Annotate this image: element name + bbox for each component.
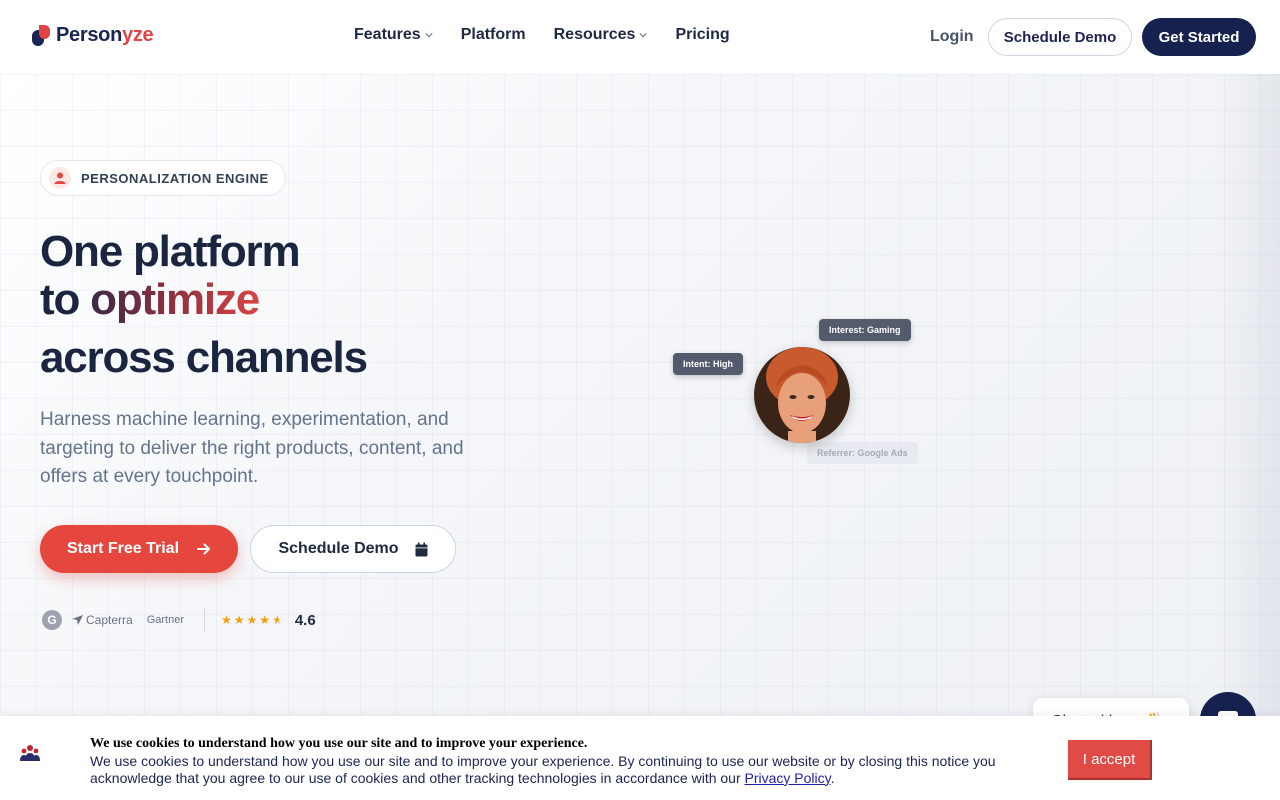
- logo-text: Personyze: [56, 24, 154, 46]
- chevron-down-icon: [425, 33, 433, 38]
- capterra-arrow-icon: [72, 615, 83, 625]
- cookie-body-text: We use cookies to understand how you use…: [90, 753, 996, 786]
- schedule-demo-hero-button[interactable]: Schedule Demo: [250, 525, 456, 573]
- menu-item-resources[interactable]: Resources: [554, 26, 648, 44]
- headline-line-1: One platform: [40, 227, 301, 276]
- menu-item-label: Resources: [553, 26, 636, 43]
- headline-line-2: to optimize: [40, 275, 260, 324]
- interest-tag: Interest: Gaming: [819, 319, 911, 341]
- privacy-policy-link[interactable]: Privacy Policy: [745, 770, 831, 786]
- intent-tag: Intent: High: [673, 353, 743, 375]
- accept-cookies-button[interactable]: I accept: [1068, 740, 1152, 780]
- menu-item-platform[interactable]: Platform: [461, 26, 526, 44]
- chevron-down-icon: [639, 33, 648, 38]
- avatar-portrait-image: [754, 347, 850, 443]
- star-rating: ★ ★ ★ ★ ★: [221, 613, 283, 627]
- cta-label: Schedule Demo: [278, 540, 399, 557]
- main-menu: Features Platform Resources Pricing: [354, 26, 730, 44]
- capterra-logo: Capterra: [72, 613, 133, 627]
- headline-prefix: to: [40, 275, 80, 324]
- menu-item-label: Pricing: [675, 26, 730, 43]
- gartner-logo: Gartner: [146, 614, 184, 626]
- menu-item-features[interactable]: Features: [354, 26, 433, 44]
- user-icon: [49, 167, 71, 189]
- get-started-button[interactable]: Get Started: [1142, 18, 1256, 56]
- calendar-icon: [415, 542, 428, 556]
- referrer-tag: Referrer: Google Ads: [807, 442, 918, 464]
- ratings-divider: [203, 608, 205, 632]
- cookie-people-icon: [20, 745, 40, 761]
- headline-accent: optimize: [90, 275, 260, 324]
- cookie-banner: We use cookies to understand how you use…: [0, 716, 1280, 800]
- headline-line-3: across channels: [40, 333, 368, 382]
- menu-item-label: Platform: [460, 26, 526, 43]
- login-link[interactable]: Login: [930, 28, 974, 46]
- top-navigation: Personyze Features Platform Resources Pr…: [0, 0, 1280, 74]
- menu-item-pricing[interactable]: Pricing: [675, 26, 729, 44]
- star-icon: ★: [220, 613, 232, 627]
- cta-label: Start Free Trial: [66, 540, 180, 557]
- star-icon: ★: [246, 613, 258, 627]
- g2-logo-icon: G: [42, 610, 62, 630]
- hero-subtitle: Harness machine learning, experimentatio…: [40, 409, 464, 487]
- star-half-icon: ★: [272, 613, 283, 627]
- badge-label: PERSONALIZATION ENGINE: [81, 170, 269, 186]
- personyze-logo[interactable]: Personyze: [32, 24, 154, 47]
- star-icon: ★: [259, 613, 271, 627]
- logo-mark-icon: [32, 24, 50, 47]
- arrow-right-icon: [197, 543, 211, 555]
- star-icon: ★: [233, 613, 245, 627]
- visitor-avatar: [754, 347, 850, 443]
- ratings-row: G Capterra Gartner ★ ★ ★ ★ ★ 4.6: [42, 608, 316, 632]
- schedule-demo-button[interactable]: Schedule Demo: [988, 18, 1132, 56]
- menu-item-label: Features: [354, 26, 421, 43]
- cookie-title: We use cookies to understand how you use…: [90, 736, 588, 751]
- personalization-engine-badge: PERSONALIZATION ENGINE: [40, 160, 286, 196]
- rating-score: 4.6: [294, 611, 316, 629]
- start-free-trial-button[interactable]: Start Free Trial: [40, 525, 238, 573]
- hero-section: PERSONALIZATION ENGINE One platform to o…: [0, 74, 1280, 724]
- capterra-label: Capterra: [86, 613, 133, 627]
- cookie-text: We use cookies to understand how you use…: [90, 753, 996, 786]
